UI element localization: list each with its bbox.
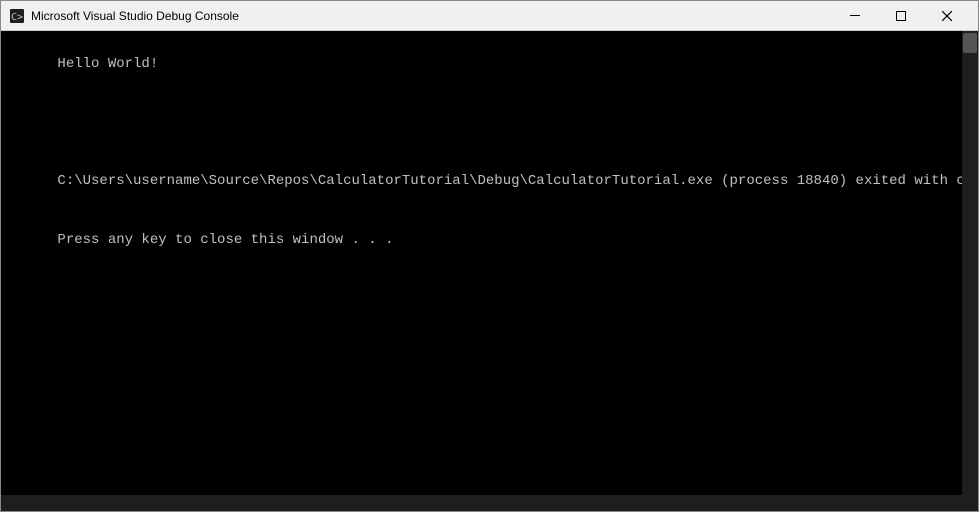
scrollbar-corner [962,495,978,511]
horizontal-scrollbar[interactable] [1,495,962,511]
window-title: Microsoft Visual Studio Debug Console [31,9,832,23]
console-line-4: Press any key to close this window . . . [57,232,393,248]
title-bar: C> Microsoft Visual Studio Debug Console [1,1,978,31]
main-window: C> Microsoft Visual Studio Debug Console… [0,0,979,512]
console-area: Hello World! C:\Users\username\Source\Re… [1,31,978,511]
close-button[interactable] [924,1,970,31]
vs-debug-icon: C> [9,8,25,24]
maximize-button[interactable] [878,1,924,31]
console-line-3: C:\Users\username\Source\Repos\Calculato… [57,173,978,189]
vertical-scrollbar[interactable] [962,31,978,495]
console-output: Hello World! C:\Users\username\Source\Re… [7,35,972,270]
minimize-button[interactable] [832,1,878,31]
scrollbar-thumb[interactable] [963,33,977,53]
window-controls [832,1,970,31]
console-line-1: Hello World! [57,56,158,72]
svg-text:C>: C> [11,12,23,23]
